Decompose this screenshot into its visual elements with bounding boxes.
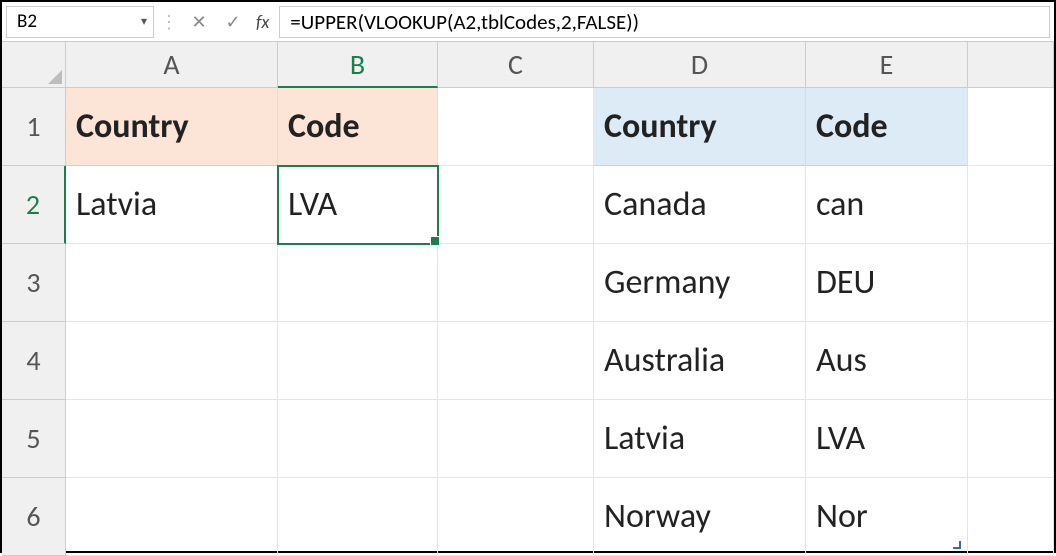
col-header-rest[interactable]	[968, 42, 1054, 88]
table-resize-handle-icon[interactable]	[953, 541, 961, 549]
cell-A3[interactable]	[66, 244, 278, 322]
cell-B3[interactable]	[278, 244, 438, 322]
cell-A6[interactable]	[66, 478, 278, 556]
select-all-corner[interactable]	[2, 42, 66, 88]
cell-D5[interactable]: Latvia	[594, 400, 806, 478]
row-header-3[interactable]: 3	[2, 244, 66, 322]
accept-icon[interactable]: ✓	[218, 7, 248, 37]
row-header-4[interactable]: 4	[2, 322, 66, 400]
cell-rest-4[interactable]	[968, 322, 1054, 400]
cell-C6[interactable]	[438, 478, 594, 556]
cell-reference: B2	[17, 10, 37, 33]
formula-text: =UPPER(VLOOKUP(A2,tblCodes,2,FALSE))	[290, 9, 639, 35]
cell-D3[interactable]: Germany	[594, 244, 806, 322]
cell-D1[interactable]: Country	[594, 88, 806, 166]
cell-C5[interactable]	[438, 400, 594, 478]
cell-B2[interactable]: LVA	[278, 166, 438, 244]
col-header-A[interactable]: A	[66, 42, 278, 88]
chevron-down-icon[interactable]: ▾	[141, 14, 147, 29]
row-header-5[interactable]: 5	[2, 400, 66, 478]
cell-A4[interactable]	[66, 322, 278, 400]
row-header-6[interactable]: 6	[2, 478, 66, 556]
cell-E5[interactable]: LVA	[806, 400, 968, 478]
cell-rest-5[interactable]	[968, 400, 1054, 478]
cell-D2[interactable]: Canada	[594, 166, 806, 244]
cell-A1[interactable]: Country	[66, 88, 278, 166]
divider: ⋮	[158, 11, 180, 33]
cell-rest-1[interactable]	[968, 88, 1054, 166]
row-header-1[interactable]: 1	[2, 88, 66, 166]
cell-B6[interactable]	[278, 478, 438, 556]
spreadsheet-grid: A B C D E 1 2 3 4 5 6 Country Code	[2, 42, 1054, 551]
cell-B4[interactable]	[278, 322, 438, 400]
formula-bar: B2 ▾ ⋮ ✕ ✓ fx =UPPER(VLOOKUP(A2,tblCodes…	[2, 2, 1054, 42]
cell-A2[interactable]: Latvia	[66, 166, 278, 244]
cell-rest-6[interactable]	[968, 478, 1054, 556]
cell-D4[interactable]: Australia	[594, 322, 806, 400]
cell-rest-3[interactable]	[968, 244, 1054, 322]
cell-E6[interactable]: Nor	[806, 478, 968, 556]
cell-E1[interactable]: Code	[806, 88, 968, 166]
cancel-icon[interactable]: ✕	[184, 7, 214, 37]
cell-A5[interactable]	[66, 400, 278, 478]
cell-B5[interactable]	[278, 400, 438, 478]
cell-D6[interactable]: Norway	[594, 478, 806, 556]
col-header-C[interactable]: C	[438, 42, 594, 88]
cell-rest-2[interactable]	[968, 166, 1054, 244]
col-header-E[interactable]: E	[806, 42, 968, 88]
fx-icon[interactable]: fx	[252, 11, 275, 33]
cell-B1[interactable]: Code	[278, 88, 438, 166]
row-header-2[interactable]: 2	[2, 166, 66, 244]
name-box[interactable]: B2 ▾	[6, 6, 154, 38]
cell-C3[interactable]	[438, 244, 594, 322]
cell-E2[interactable]: can	[806, 166, 968, 244]
cell-C4[interactable]	[438, 322, 594, 400]
cell-E3[interactable]: DEU	[806, 244, 968, 322]
col-header-D[interactable]: D	[594, 42, 806, 88]
cell-C1[interactable]	[438, 88, 594, 166]
col-header-B[interactable]: B	[278, 42, 438, 88]
cell-C2[interactable]	[438, 166, 594, 244]
formula-input[interactable]: =UPPER(VLOOKUP(A2,tblCodes,2,FALSE))	[279, 6, 1050, 38]
cell-E4[interactable]: Aus	[806, 322, 968, 400]
